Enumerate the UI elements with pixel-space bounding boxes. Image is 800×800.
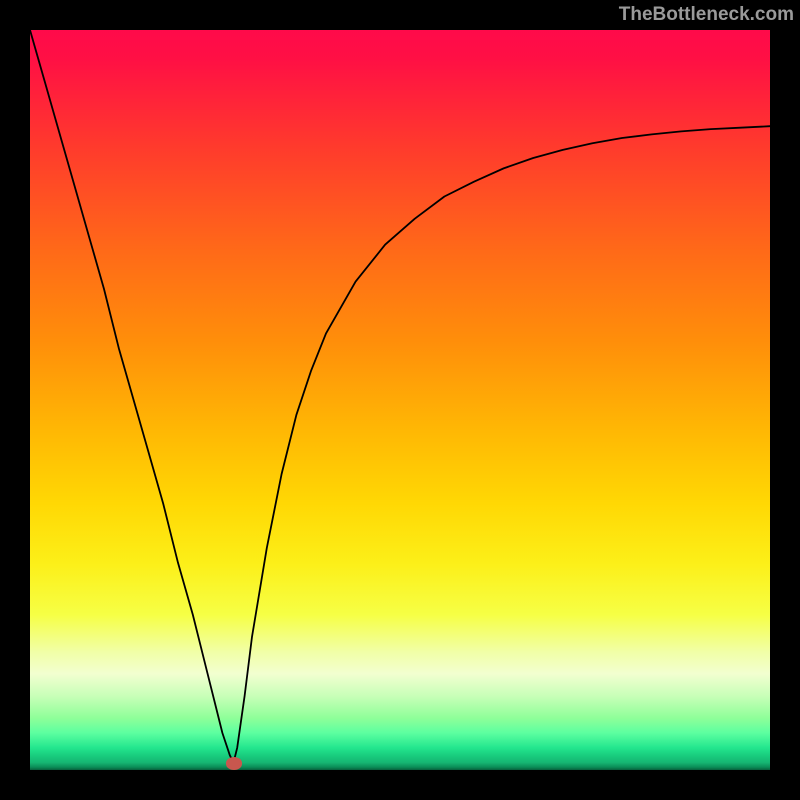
chart-frame: TheBottleneck.com <box>0 0 800 800</box>
plot-area <box>30 30 770 770</box>
attribution-text: TheBottleneck.com <box>619 4 794 26</box>
optimal-point-marker <box>226 757 242 770</box>
bottleneck-curve <box>30 30 770 770</box>
